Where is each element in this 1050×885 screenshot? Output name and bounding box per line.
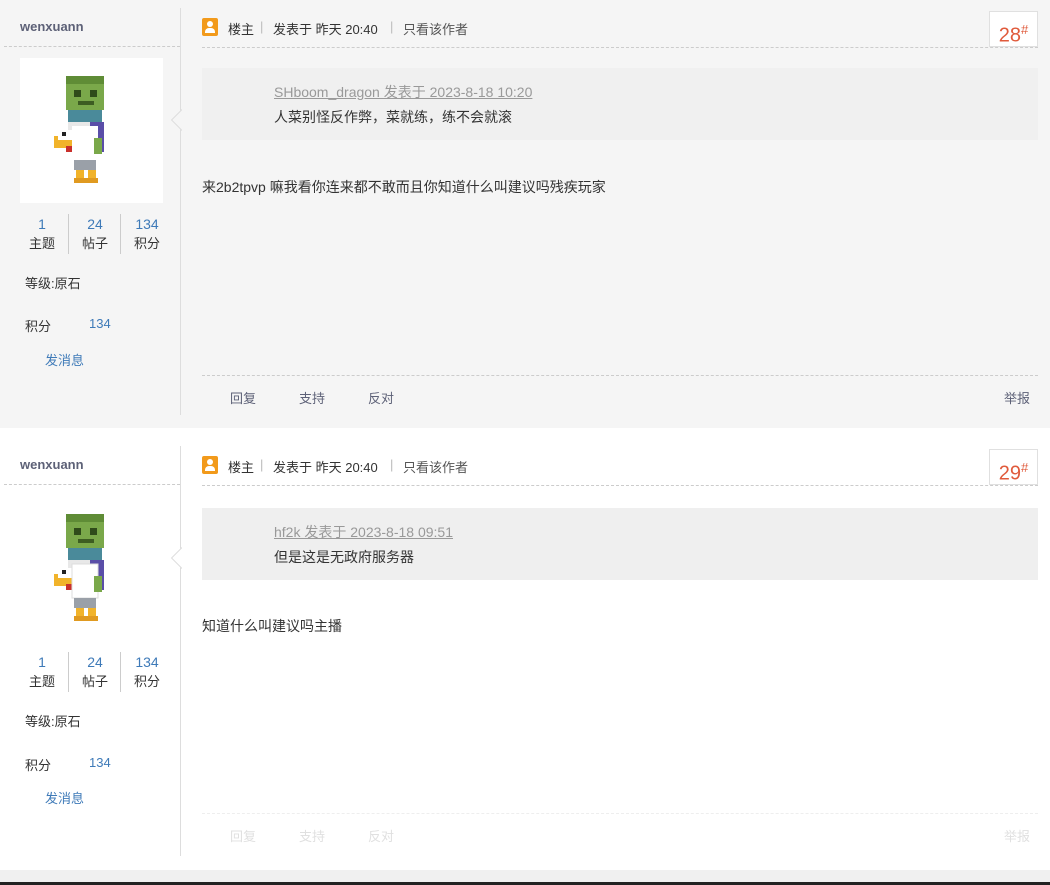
post-content: 知道什么叫建议吗主播: [202, 618, 342, 634]
quote-source-link[interactable]: hf2k 发表于 2023-8-18 09:51: [274, 522, 453, 542]
only-author-link[interactable]: 只看该作者: [403, 457, 468, 476]
divider: [4, 46, 180, 47]
floor-number[interactable]: 29#: [989, 449, 1038, 485]
stat-value: 24: [87, 654, 103, 670]
author-sidebar: wenxuann 1 主题 24 帖子 134 积分 等级:原石 积分 134 …: [4, 438, 180, 870]
author-name[interactable]: wenxuann: [20, 19, 84, 34]
floor-mark: #: [1021, 460, 1029, 475]
stat-posts[interactable]: 24 帖子: [68, 652, 121, 692]
avatar-image: [54, 514, 104, 621]
stat-threads[interactable]: 1 主题: [16, 214, 68, 254]
separator: |: [260, 457, 264, 472]
oppose-button[interactable]: 反对: [368, 826, 394, 845]
user-stats: 1 主题 24 帖子 134 积分: [16, 214, 172, 256]
send-message-link[interactable]: 发消息: [45, 350, 84, 369]
support-button[interactable]: 支持: [299, 826, 325, 845]
quote-source-link[interactable]: SHboom_dragon 发表于 2023-8-18 10:20: [274, 82, 532, 102]
stat-value: 24: [87, 216, 103, 232]
stat-label: 积分: [133, 236, 160, 251]
stat-label: 主题: [28, 674, 55, 689]
avatar[interactable]: [20, 58, 163, 203]
stat-label: 积分: [133, 674, 160, 689]
stat-threads[interactable]: 1 主题: [16, 652, 68, 692]
user-stats: 1 主题 24 帖子 134 积分: [16, 652, 172, 694]
author-sidebar: wenxuann 1 主题 24 帖子 134 积分 等级:原石 积分 134 …: [4, 0, 180, 428]
stat-label: 帖子: [81, 674, 108, 689]
floor-number[interactable]: 28#: [989, 11, 1038, 47]
quote-text: 但是这是无政府服务器: [274, 549, 414, 565]
reply-button[interactable]: 回复: [230, 826, 256, 845]
column-divider: [180, 8, 181, 415]
post-header: 楼主 | 发表于 昨天 20:40 | 只看该作者: [202, 17, 1038, 45]
stat-value: 1: [38, 654, 46, 670]
post-time: 发表于 昨天 20:40: [273, 22, 378, 37]
stat-posts[interactable]: 24 帖子: [68, 214, 121, 254]
score-label: 积分: [25, 758, 52, 773]
footer-divider: [202, 813, 1038, 814]
floor-mark: #: [1021, 22, 1029, 37]
op-user-icon: [202, 18, 218, 36]
separator: |: [390, 19, 394, 34]
floor-value: 29: [998, 462, 1021, 485]
post-28: wenxuann 1 主题 24 帖子 134 积分 等级:原石 积分 134 …: [0, 0, 1050, 428]
separator: |: [260, 19, 264, 34]
report-button[interactable]: 举报: [1004, 388, 1030, 407]
post-header: 楼主 | 发表于 昨天 20:40 | 只看该作者: [202, 455, 1038, 483]
oppose-button[interactable]: 反对: [368, 388, 394, 407]
avatar[interactable]: [20, 496, 163, 641]
support-button[interactable]: 支持: [299, 388, 325, 407]
post-content: 来2b2tpvp 嘛我看你连来都不敢而且你知道什么叫建议吗残疾玩家: [202, 179, 606, 195]
author-name[interactable]: wenxuann: [20, 457, 84, 472]
stat-value: 1: [38, 216, 46, 232]
divider: [4, 484, 180, 485]
stat-label: 主题: [28, 236, 55, 251]
column-divider: [180, 446, 181, 856]
score-value: 134: [89, 316, 111, 331]
stat-value: 134: [135, 216, 159, 232]
user-level: 等级:原石: [25, 714, 81, 729]
stat-label: 帖子: [81, 236, 108, 251]
stat-value: 134: [135, 654, 159, 670]
header-divider: [202, 47, 1038, 48]
avatar-image: [54, 76, 104, 183]
stat-credits[interactable]: 134 积分: [120, 214, 173, 254]
reply-button[interactable]: 回复: [230, 388, 256, 407]
post-29: wenxuann 1 主题 24 帖子 134 积分 等级:原石 积分 134 …: [0, 438, 1050, 870]
quote-text: 人菜别怪反作弊，菜就练，练不会就滚: [274, 109, 512, 125]
only-author-link[interactable]: 只看该作者: [403, 19, 468, 38]
floor-value: 28: [998, 24, 1021, 47]
bubble-arrow: [168, 544, 182, 572]
score-value: 134: [89, 755, 111, 770]
header-divider: [202, 485, 1038, 486]
score-label: 积分: [25, 319, 52, 334]
quote-block: SHboom_dragon 发表于 2023-8-18 10:20 人菜别怪反作…: [202, 68, 1038, 140]
separator: |: [390, 457, 394, 472]
post-actions: 回复 支持 反对 举报: [202, 826, 1038, 846]
stat-credits[interactable]: 134 积分: [120, 652, 173, 692]
post-actions: 回复 支持 反对 举报: [202, 388, 1038, 408]
report-button[interactable]: 举报: [1004, 826, 1030, 845]
op-label: 楼主: [228, 460, 255, 475]
op-user-icon: [202, 456, 218, 474]
bubble-arrow: [168, 106, 182, 134]
quote-block: hf2k 发表于 2023-8-18 09:51 但是这是无政府服务器: [202, 508, 1038, 580]
footer-divider: [202, 375, 1038, 376]
next-post-edge: [0, 870, 1050, 885]
post-time: 发表于 昨天 20:40: [273, 460, 378, 475]
op-label: 楼主: [228, 22, 255, 37]
send-message-link[interactable]: 发消息: [45, 788, 84, 807]
user-level: 等级:原石: [25, 276, 81, 291]
